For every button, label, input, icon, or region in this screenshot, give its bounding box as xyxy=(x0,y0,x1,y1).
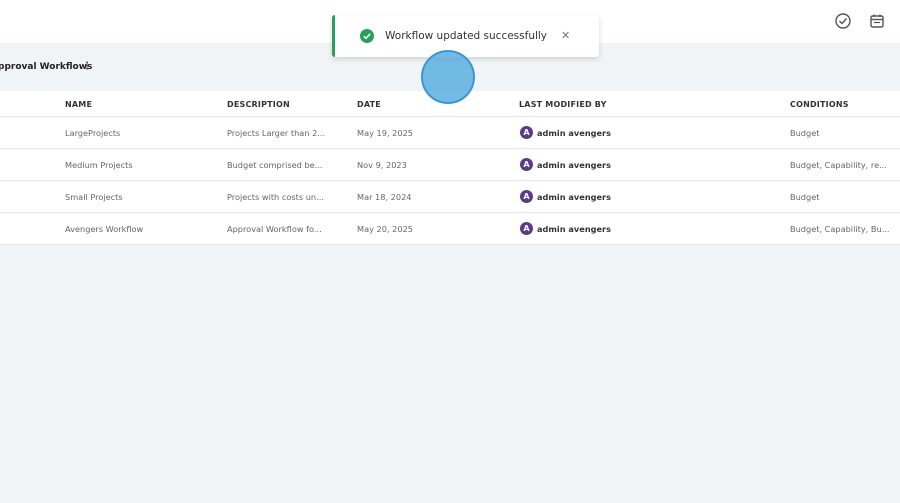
more-options-icon[interactable]: ⋮ xyxy=(82,61,92,72)
cell-date: May 20, 2025 xyxy=(357,224,413,234)
avatar: A xyxy=(520,158,533,171)
table-row[interactable]: LargeProjects Projects Larger than 2... … xyxy=(0,117,900,149)
column-date[interactable]: DATE xyxy=(357,100,381,109)
cell-name[interactable]: Avengers Workflow xyxy=(65,224,143,234)
user-name: admin avengers xyxy=(537,223,611,234)
cell-description: Approval Workflow fo... xyxy=(227,224,322,234)
cursor-indicator xyxy=(421,50,475,104)
cell-modified-by: A admin avengers xyxy=(520,190,611,203)
table-row[interactable]: Avengers Workflow Approval Workflow fo..… xyxy=(0,213,900,245)
cell-name[interactable]: LargeProjects xyxy=(65,128,120,138)
cell-conditions: Budget xyxy=(790,192,820,202)
user-name: admin avengers xyxy=(537,191,611,202)
calendar-icon[interactable] xyxy=(868,12,886,30)
cell-conditions: Budget xyxy=(790,128,820,138)
cell-modified-by: A admin avengers xyxy=(520,222,611,235)
cell-description: Projects Larger than 2... xyxy=(227,128,326,138)
cell-description: Budget comprised be... xyxy=(227,160,323,170)
toast-message: Workflow updated successfully xyxy=(385,30,548,42)
page-title: pproval Workflows xyxy=(0,62,93,72)
avatar: A xyxy=(520,126,533,139)
cell-modified-by: A admin avengers xyxy=(520,158,611,171)
column-name[interactable]: NAME xyxy=(65,100,92,109)
table-row[interactable]: Medium Projects Budget comprised be... N… xyxy=(0,149,900,181)
cell-date: May 19, 2025 xyxy=(357,128,413,138)
cell-name[interactable]: Medium Projects xyxy=(65,160,133,170)
cell-modified-by: A admin avengers xyxy=(520,126,611,139)
close-icon[interactable]: ✕ xyxy=(561,29,570,42)
column-last-modified-by[interactable]: LAST MODIFIED BY xyxy=(519,100,607,109)
success-check-icon xyxy=(360,29,374,43)
table-row[interactable]: Small Projects Projects with costs un...… xyxy=(0,181,900,213)
cell-date: Mar 18, 2024 xyxy=(357,192,412,202)
avatar: A xyxy=(520,190,533,203)
column-conditions[interactable]: CONDITIONS xyxy=(790,100,849,109)
column-description[interactable]: DESCRIPTION xyxy=(227,100,290,109)
check-circle-icon[interactable] xyxy=(834,12,852,30)
user-name: admin avengers xyxy=(537,127,611,138)
cell-date: Nov 9, 2023 xyxy=(357,160,407,170)
success-toast: Workflow updated successfully ✕ xyxy=(332,15,599,57)
cell-description: Projects with costs un... xyxy=(227,192,324,202)
user-name: admin avengers xyxy=(537,159,611,170)
cell-name[interactable]: Small Projects xyxy=(65,192,123,202)
cell-conditions: Budget, Capability, re... xyxy=(790,160,887,170)
avatar: A xyxy=(520,222,533,235)
workflows-table: NAME DESCRIPTION DATE LAST MODIFIED BY C… xyxy=(0,91,900,245)
cell-conditions: Budget, Capability, Bu... xyxy=(790,224,890,234)
